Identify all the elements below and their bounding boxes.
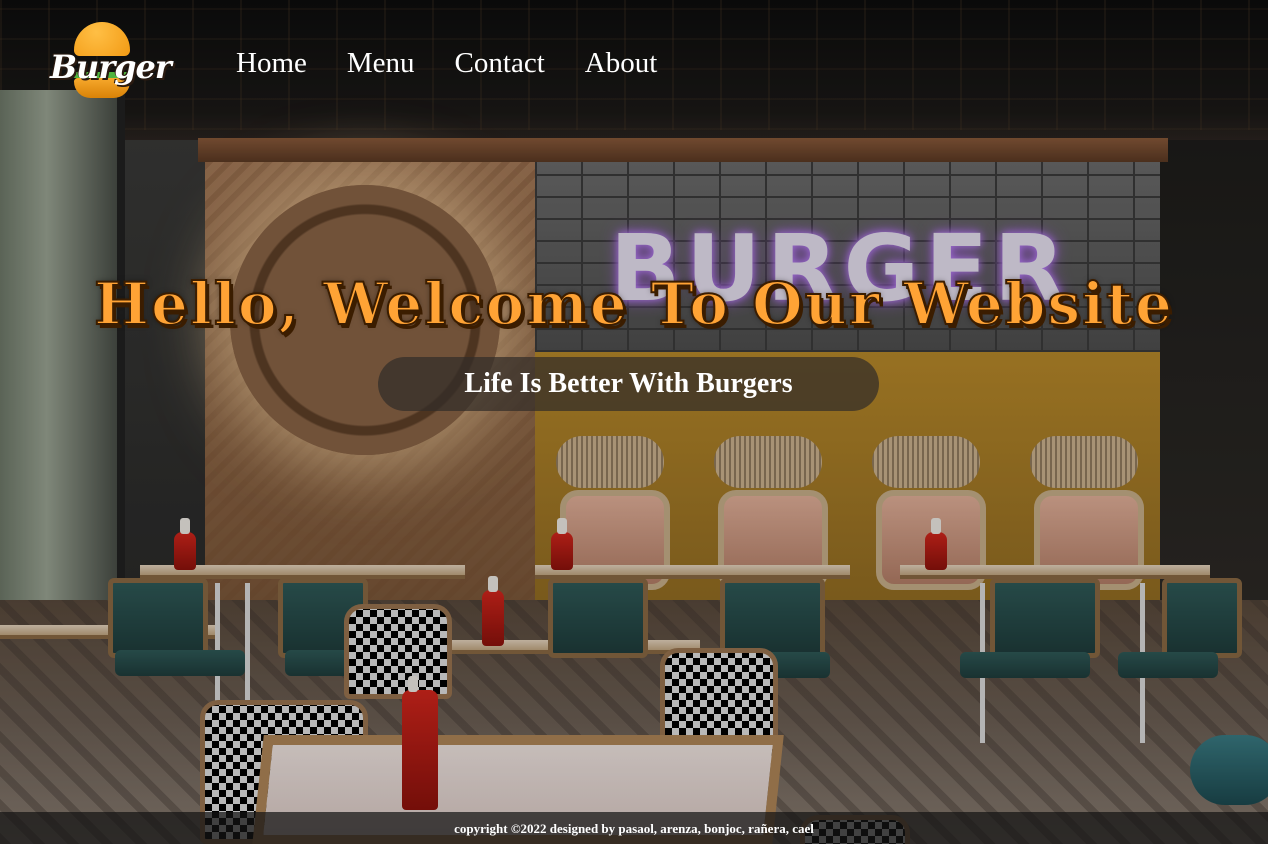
- hero-subtitle: Life Is Better With Burgers: [378, 357, 879, 411]
- logo-text: Burger: [50, 48, 172, 86]
- nav-link-home[interactable]: Home: [236, 44, 307, 82]
- nav-link-menu[interactable]: Menu: [347, 44, 415, 82]
- main-nav: Home Menu Contact About: [236, 44, 657, 82]
- background-overlay: [0, 0, 1268, 844]
- hero-title: Hello, Welcome To Our Website: [93, 269, 1174, 339]
- site-footer: copyright ©2022 designed by pasaol, aren…: [0, 812, 1268, 844]
- nav-link-about[interactable]: About: [585, 44, 658, 82]
- copyright-text: copyright ©2022 designed by pasaol, aren…: [454, 821, 814, 836]
- nav-link-contact[interactable]: Contact: [455, 44, 545, 82]
- hero-background-image: BURGER: [0, 0, 1268, 844]
- site-logo[interactable]: Burger: [50, 22, 172, 100]
- site-header: Burger Home Menu Contact About: [0, 0, 1268, 120]
